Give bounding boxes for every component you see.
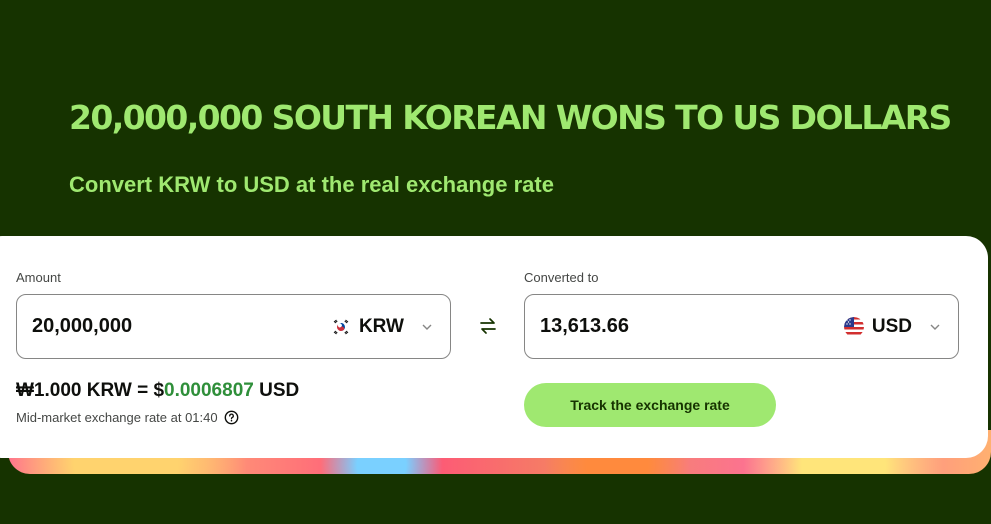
rate-note: Mid-market exchange rate at 01:40 — [16, 410, 239, 425]
rate-note-text: Mid-market exchange rate at 01:40 — [16, 410, 218, 425]
swap-icon — [480, 318, 496, 334]
converted-field: USD — [524, 294, 959, 359]
amount-input[interactable] — [32, 315, 331, 338]
chevron-down-icon — [930, 324, 940, 330]
south-korea-flag-icon — [330, 316, 351, 337]
exchange-rate-text: ₩1.000 KRW = $0.0006807 USD — [16, 380, 299, 402]
converted-amount-input[interactable] — [540, 315, 844, 338]
page: 20,000,000 SOUTH KOREAN WONS TO US DOLLA… — [0, 0, 991, 524]
us-flag-icon — [843, 316, 864, 337]
rate-prefix: ₩1.000 KRW = $ — [16, 380, 165, 401]
from-currency-code: KRW — [358, 315, 404, 337]
amount-field: KRW — [16, 294, 451, 359]
help-icon[interactable] — [224, 410, 239, 425]
to-currency-code: USD — [871, 315, 912, 337]
page-title: 20,000,000 SOUTH KOREAN WONS TO US DOLLA… — [69, 98, 952, 137]
track-exchange-rate-button[interactable]: Track the exchange rate — [524, 383, 776, 427]
chevron-down-icon — [422, 324, 432, 330]
converted-label: Converted to — [524, 270, 599, 285]
rate-value: 0.0006807 — [164, 380, 254, 401]
to-currency-select[interactable]: USD — [843, 315, 944, 338]
rate-suffix: USD — [253, 380, 300, 401]
swap-currencies-button[interactable] — [474, 312, 502, 340]
amount-label: Amount — [16, 270, 61, 285]
from-currency-select[interactable]: KRW — [330, 315, 436, 338]
page-subtitle: Convert KRW to USD at the real exchange … — [69, 172, 554, 197]
